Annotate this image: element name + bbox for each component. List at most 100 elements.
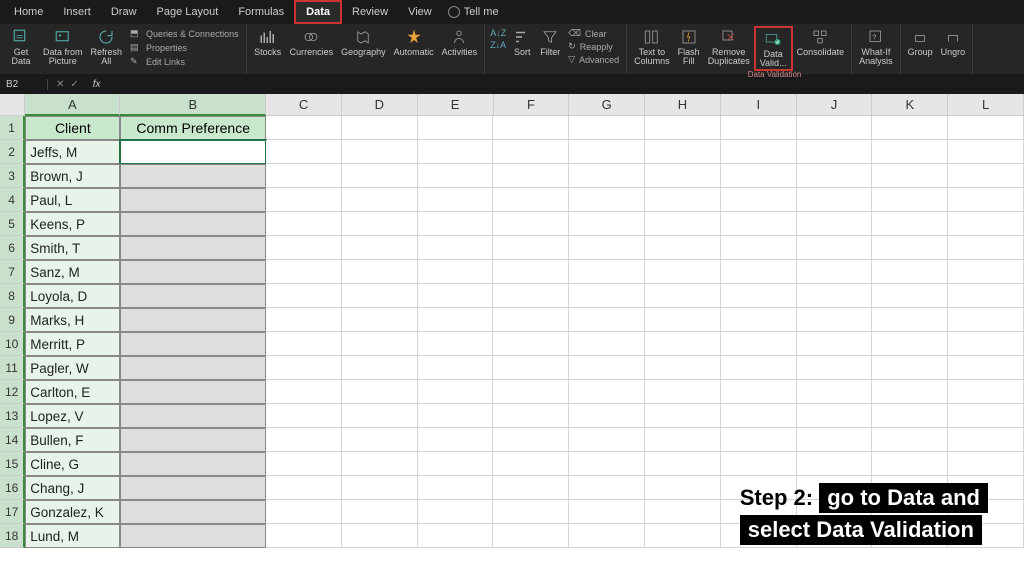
cell-B1[interactable]: Comm Preference [120,116,266,140]
cell-G16[interactable] [569,476,645,500]
cell-L11[interactable] [948,356,1024,380]
cell-J9[interactable] [797,308,873,332]
cell-L5[interactable] [948,212,1024,236]
cell-I11[interactable] [721,356,797,380]
cell-K2[interactable] [872,140,948,164]
column-header-I[interactable]: I [721,94,797,116]
cell-K5[interactable] [872,212,948,236]
cell-I13[interactable] [721,404,797,428]
cell-B11[interactable] [120,356,266,380]
menu-page-layout[interactable]: Page Layout [147,2,229,22]
cell-I5[interactable] [721,212,797,236]
cell-K10[interactable] [872,332,948,356]
cell-B4[interactable] [120,188,266,212]
cell-A7[interactable]: Sanz, M [25,260,120,284]
geography-button[interactable]: Geography [337,26,390,58]
menu-formulas[interactable]: Formulas [228,2,294,22]
filter-button[interactable]: Filter [536,26,564,58]
cell-D4[interactable] [342,188,418,212]
cell-I4[interactable] [721,188,797,212]
row-header-11[interactable]: 11 [0,356,25,380]
row-header-6[interactable]: 6 [0,236,25,260]
cell-D10[interactable] [342,332,418,356]
cell-K11[interactable] [872,356,948,380]
cell-E12[interactable] [418,380,494,404]
cell-D9[interactable] [342,308,418,332]
cell-B10[interactable] [120,332,266,356]
cell-A13[interactable]: Lopez, V [25,404,120,428]
cell-C1[interactable] [266,116,342,140]
menu-insert[interactable]: Insert [53,2,101,22]
cell-F12[interactable] [493,380,569,404]
cell-L12[interactable] [948,380,1024,404]
cell-F6[interactable] [493,236,569,260]
properties-button[interactable]: ▤Properties [130,42,239,54]
cell-G8[interactable] [569,284,645,308]
column-header-F[interactable]: F [494,94,570,116]
cell-B14[interactable] [120,428,266,452]
cell-A12[interactable]: Carlton, E [25,380,120,404]
cell-A6[interactable]: Smith, T [25,236,120,260]
cell-E1[interactable] [418,116,494,140]
cell-K4[interactable] [872,188,948,212]
cell-H10[interactable] [645,332,721,356]
cell-A18[interactable]: Lund, M [25,524,120,548]
cell-G6[interactable] [569,236,645,260]
column-header-E[interactable]: E [418,94,494,116]
activities-button[interactable]: Activities [438,26,482,58]
cell-C5[interactable] [266,212,342,236]
column-header-K[interactable]: K [872,94,948,116]
row-header-1[interactable]: 1 [0,116,25,140]
cell-H2[interactable] [645,140,721,164]
cell-F16[interactable] [493,476,569,500]
cell-B18[interactable] [120,524,266,548]
cell-C10[interactable] [266,332,342,356]
cell-A16[interactable]: Chang, J [25,476,120,500]
cell-K9[interactable] [872,308,948,332]
cell-F4[interactable] [493,188,569,212]
cell-H8[interactable] [645,284,721,308]
cell-C2[interactable] [266,140,342,164]
cell-A1[interactable]: Client [25,116,120,140]
row-header-10[interactable]: 10 [0,332,25,356]
cell-G18[interactable] [569,524,645,548]
cell-E14[interactable] [418,428,494,452]
data-from-picture-button[interactable]: Data fromPicture [39,26,87,67]
cell-K8[interactable] [872,284,948,308]
row-header-2[interactable]: 2 [0,140,25,164]
cell-B13[interactable] [120,404,266,428]
cell-G14[interactable] [569,428,645,452]
cell-B8[interactable] [120,284,266,308]
cell-H3[interactable] [645,164,721,188]
cell-I7[interactable] [721,260,797,284]
cell-E13[interactable] [418,404,494,428]
cell-L4[interactable] [948,188,1024,212]
cell-I6[interactable] [721,236,797,260]
cell-E6[interactable] [418,236,494,260]
row-header-13[interactable]: 13 [0,404,25,428]
cell-F3[interactable] [493,164,569,188]
cell-K3[interactable] [872,164,948,188]
cell-B17[interactable] [120,500,266,524]
cell-B7[interactable] [120,260,266,284]
cell-F18[interactable] [493,524,569,548]
cell-F7[interactable] [493,260,569,284]
column-header-J[interactable]: J [797,94,873,116]
cell-L15[interactable] [948,452,1024,476]
cell-D11[interactable] [342,356,418,380]
tell-me[interactable]: Tell me [448,6,499,18]
cell-G15[interactable] [569,452,645,476]
cell-G5[interactable] [569,212,645,236]
cell-E5[interactable] [418,212,494,236]
advanced-filter-button[interactable]: ▽Advanced [568,54,619,65]
cell-G4[interactable] [569,188,645,212]
automatic-button[interactable]: Automatic [390,26,438,58]
consolidate-button[interactable]: Consolidate [793,26,849,58]
menu-draw[interactable]: Draw [101,2,147,22]
cell-D5[interactable] [342,212,418,236]
cell-B15[interactable] [120,452,266,476]
cell-F17[interactable] [493,500,569,524]
cell-K1[interactable] [872,116,948,140]
row-header-4[interactable]: 4 [0,188,25,212]
cell-C7[interactable] [266,260,342,284]
